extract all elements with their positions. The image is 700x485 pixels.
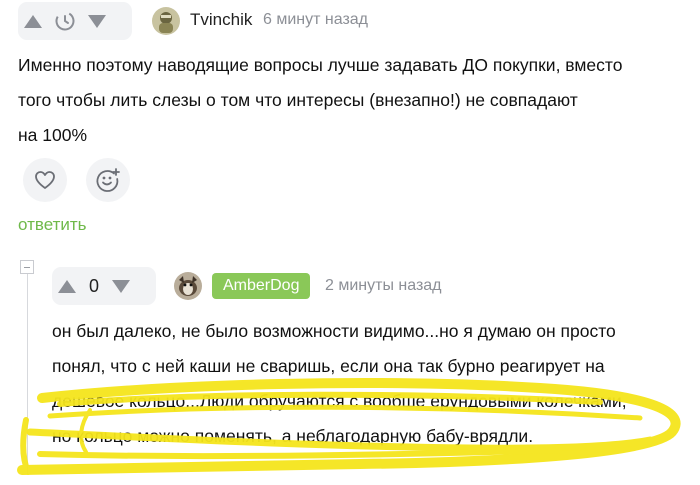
add-emoji-icon bbox=[96, 168, 120, 192]
comment-text-line: дешевое кольцо...Люди обручаются с вообш… bbox=[52, 391, 627, 411]
comment-text-line: он был далеко, не было возможности видим… bbox=[52, 321, 616, 341]
arrow-up-icon bbox=[24, 14, 42, 28]
collapse-thread-button[interactable] bbox=[20, 260, 34, 274]
vote-count-wrap: 0 bbox=[82, 267, 106, 305]
like-button[interactable] bbox=[23, 158, 67, 202]
comment-text-line: но кольцо можно поменять, а неблагодарну… bbox=[52, 426, 534, 446]
arrow-down-icon bbox=[112, 279, 130, 293]
username[interactable]: Tvinchik bbox=[190, 10, 252, 30]
add-reaction-button[interactable] bbox=[86, 158, 130, 202]
vote-timer bbox=[48, 2, 82, 40]
upvote-button[interactable] bbox=[18, 2, 48, 40]
downvote-button[interactable] bbox=[106, 267, 136, 305]
thread-line[interactable] bbox=[27, 274, 28, 474]
comment-text-line: Именно поэтому наводящие вопросы лучше з… bbox=[18, 55, 623, 75]
username-badge[interactable]: AmberDog bbox=[212, 273, 311, 299]
comment-text-line: понял, что с ней каши не сваришь, если о… bbox=[52, 356, 605, 376]
timestamp[interactable]: 6 минут назад bbox=[263, 11, 368, 29]
avatar[interactable] bbox=[174, 272, 202, 300]
vote-count: 0 bbox=[88, 275, 99, 296]
timer-icon bbox=[55, 11, 75, 31]
downvote-button[interactable] bbox=[82, 2, 112, 40]
comment-text-line: того чтобы лить слезы о том что интересы… bbox=[18, 90, 578, 110]
vote-widget bbox=[18, 2, 132, 40]
reply-link[interactable]: ответить bbox=[18, 215, 87, 235]
timestamp[interactable]: 2 минуты назад bbox=[325, 277, 442, 295]
comment-text-line: на 100% bbox=[18, 125, 88, 145]
arrow-up-icon bbox=[58, 279, 76, 293]
vote-widget: 0 bbox=[52, 267, 156, 305]
upvote-button[interactable] bbox=[52, 267, 82, 305]
arrow-down-icon bbox=[88, 14, 106, 28]
comment-body: Именно поэтому наводящие вопросы лучше з… bbox=[18, 48, 622, 153]
comment-body: он был далеко, не было возможности видим… bbox=[52, 314, 627, 454]
heart-icon bbox=[35, 171, 55, 189]
avatar[interactable] bbox=[152, 7, 180, 35]
